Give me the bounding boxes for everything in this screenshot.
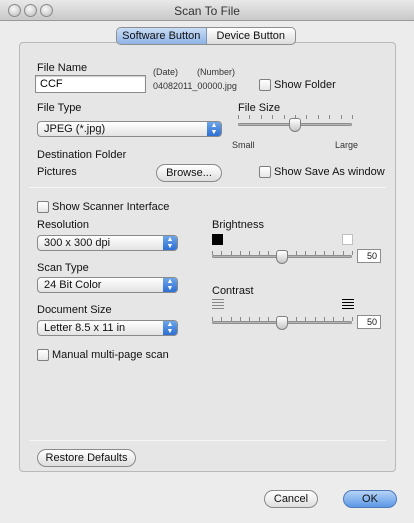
file-name-example: 04082011_00000.jpg [153, 81, 237, 91]
tick-mark [352, 115, 353, 119]
show-scanner-interface-checkbox[interactable] [37, 201, 49, 213]
document-size-label: Document Size [37, 304, 112, 316]
slider-knob[interactable] [276, 316, 288, 330]
light-square-icon [342, 234, 353, 245]
scan-type-label: Scan Type [37, 262, 89, 274]
resolution-label: Resolution [37, 219, 89, 231]
contrast-label: Contrast [212, 285, 254, 297]
divider [29, 187, 386, 188]
ok-button[interactable]: OK [343, 490, 397, 508]
destination-folder-label: Destination Folder [37, 149, 127, 161]
file-size-large-label: Large [335, 140, 359, 150]
contrast-slider[interactable] [212, 316, 352, 330]
window-title: Scan To File [174, 4, 240, 18]
document-size-select[interactable]: Letter 8.5 x 11 in ▲ ▼ [37, 320, 178, 336]
file-size-slider[interactable] [238, 118, 352, 132]
file-type-value: JPEG (*.jpg) [44, 123, 106, 135]
chevron-up-down-icon: ▲ ▼ [163, 278, 177, 292]
title-bar: Scan To File [0, 0, 414, 21]
browse-button[interactable]: Browse... [156, 164, 222, 182]
file-size-small-label: Small [232, 140, 255, 150]
tick-mark [352, 251, 353, 255]
tab-device-button[interactable]: Device Button [207, 28, 296, 44]
high-contrast-icon [342, 299, 354, 310]
brightness-value-field[interactable]: 50 [357, 249, 381, 263]
cancel-button[interactable]: Cancel [264, 490, 318, 508]
divider [29, 440, 386, 441]
slider-knob[interactable] [276, 250, 288, 264]
brightness-label: Brightness [212, 219, 264, 231]
slider-knob[interactable] [289, 118, 301, 132]
restore-defaults-button[interactable]: Restore Defaults [37, 449, 136, 467]
file-type-select[interactable]: JPEG (*.jpg) ▲ ▼ [37, 121, 222, 137]
resolution-select[interactable]: 300 x 300 dpi ▲ ▼ [37, 235, 178, 251]
destination-folder-value: Pictures [37, 166, 77, 178]
scan-type-value: 24 Bit Color [44, 279, 102, 291]
file-name-input[interactable] [35, 75, 146, 93]
low-contrast-icon [212, 299, 224, 310]
date-label: (Date) [153, 67, 179, 77]
chevron-up-down-icon: ▲ ▼ [163, 321, 177, 335]
file-size-label: File Size [238, 102, 281, 114]
show-save-as-label: Show Save As window [274, 166, 385, 178]
file-type-label: File Type [37, 102, 82, 114]
manual-multipage-checkbox[interactable] [37, 349, 49, 361]
tick-mark [352, 317, 353, 321]
document-size-value: Letter 8.5 x 11 in [44, 322, 126, 334]
scan-type-select[interactable]: 24 Bit Color ▲ ▼ [37, 277, 178, 293]
resolution-value: 300 x 300 dpi [44, 237, 111, 249]
show-folder-checkbox[interactable] [259, 79, 271, 91]
show-save-as-checkbox[interactable] [259, 166, 271, 178]
contrast-value-field[interactable]: 50 [357, 315, 381, 329]
brightness-slider[interactable] [212, 250, 352, 264]
manual-multipage-label: Manual multi-page scan [52, 349, 169, 361]
show-folder-label: Show Folder [274, 79, 336, 91]
number-label: (Number) [197, 67, 236, 77]
chevron-up-down-icon: ▲ ▼ [163, 236, 177, 250]
dark-square-icon [212, 234, 223, 245]
file-name-label: File Name [37, 62, 88, 74]
tab-bar: Software Button Device Button [116, 27, 296, 45]
chevron-up-down-icon: ▲ ▼ [207, 122, 221, 136]
tab-software-button[interactable]: Software Button [117, 28, 207, 44]
show-scanner-interface-label: Show Scanner Interface [52, 201, 170, 213]
